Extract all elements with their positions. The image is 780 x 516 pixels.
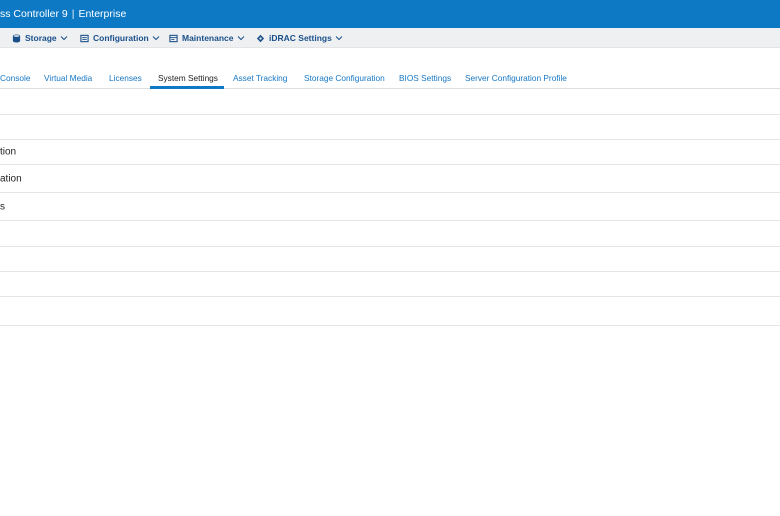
menu-maintenance-label: Maintenance xyxy=(182,33,234,43)
edition-label: Enterprise xyxy=(78,8,127,20)
tab-bar: Console Virtual Media Licenses System Se… xyxy=(0,70,780,89)
tab-asset-tracking[interactable]: Asset Tracking xyxy=(233,73,287,88)
chevron-down-icon xyxy=(152,36,160,41)
settings-row[interactable]: ation xyxy=(0,165,780,193)
settings-row[interactable] xyxy=(0,221,780,247)
chevron-down-icon xyxy=(60,36,68,41)
menu-storage[interactable]: Storage xyxy=(12,28,68,48)
chevron-down-icon xyxy=(335,36,343,41)
menu-storage-label: Storage xyxy=(25,33,57,43)
config-icon xyxy=(80,34,89,42)
settings-row[interactable] xyxy=(0,297,780,326)
title-separator: | xyxy=(71,8,75,20)
chevron-down-icon xyxy=(237,36,244,41)
tab-server-configuration-profile[interactable]: Server Configuration Profile xyxy=(465,73,567,88)
product-name: ss Controller 9 xyxy=(0,8,68,20)
tab-virtual-media[interactable]: Virtual Media xyxy=(44,73,92,88)
settings-row-label: tion xyxy=(0,146,17,158)
settings-row[interactable] xyxy=(0,89,780,115)
menu-maintenance[interactable]: Maintenance xyxy=(169,28,245,48)
tab-licenses[interactable]: Licenses xyxy=(109,73,142,88)
database-icon xyxy=(12,34,21,42)
menu-idrac-settings-label: iDRAC Settings xyxy=(269,33,332,43)
settings-row-label: ation xyxy=(0,173,22,184)
idrac-settings-icon xyxy=(256,34,265,42)
settings-row-label: s xyxy=(0,201,5,212)
settings-row[interactable]: tion xyxy=(0,140,780,165)
settings-row[interactable] xyxy=(0,115,780,140)
settings-row[interactable] xyxy=(0,247,780,272)
tab-bios-settings[interactable]: BIOS Settings xyxy=(399,73,451,88)
tab-storage-configuration[interactable]: Storage Configuration xyxy=(304,73,385,88)
settings-row[interactable] xyxy=(0,272,780,297)
tab-console[interactable]: Console xyxy=(0,73,30,88)
maintenance-icon xyxy=(169,34,178,42)
menu-configuration[interactable]: Configuration xyxy=(80,28,160,48)
main-menu-bar: Storage Configuration Maintenance iDRAC … xyxy=(0,28,780,48)
menu-idrac-settings[interactable]: iDRAC Settings xyxy=(256,28,343,48)
settings-row[interactable]: s xyxy=(0,193,780,221)
menu-configuration-label: Configuration xyxy=(93,33,149,43)
title-bar: ss Controller 9 | Enterprise xyxy=(0,0,780,28)
